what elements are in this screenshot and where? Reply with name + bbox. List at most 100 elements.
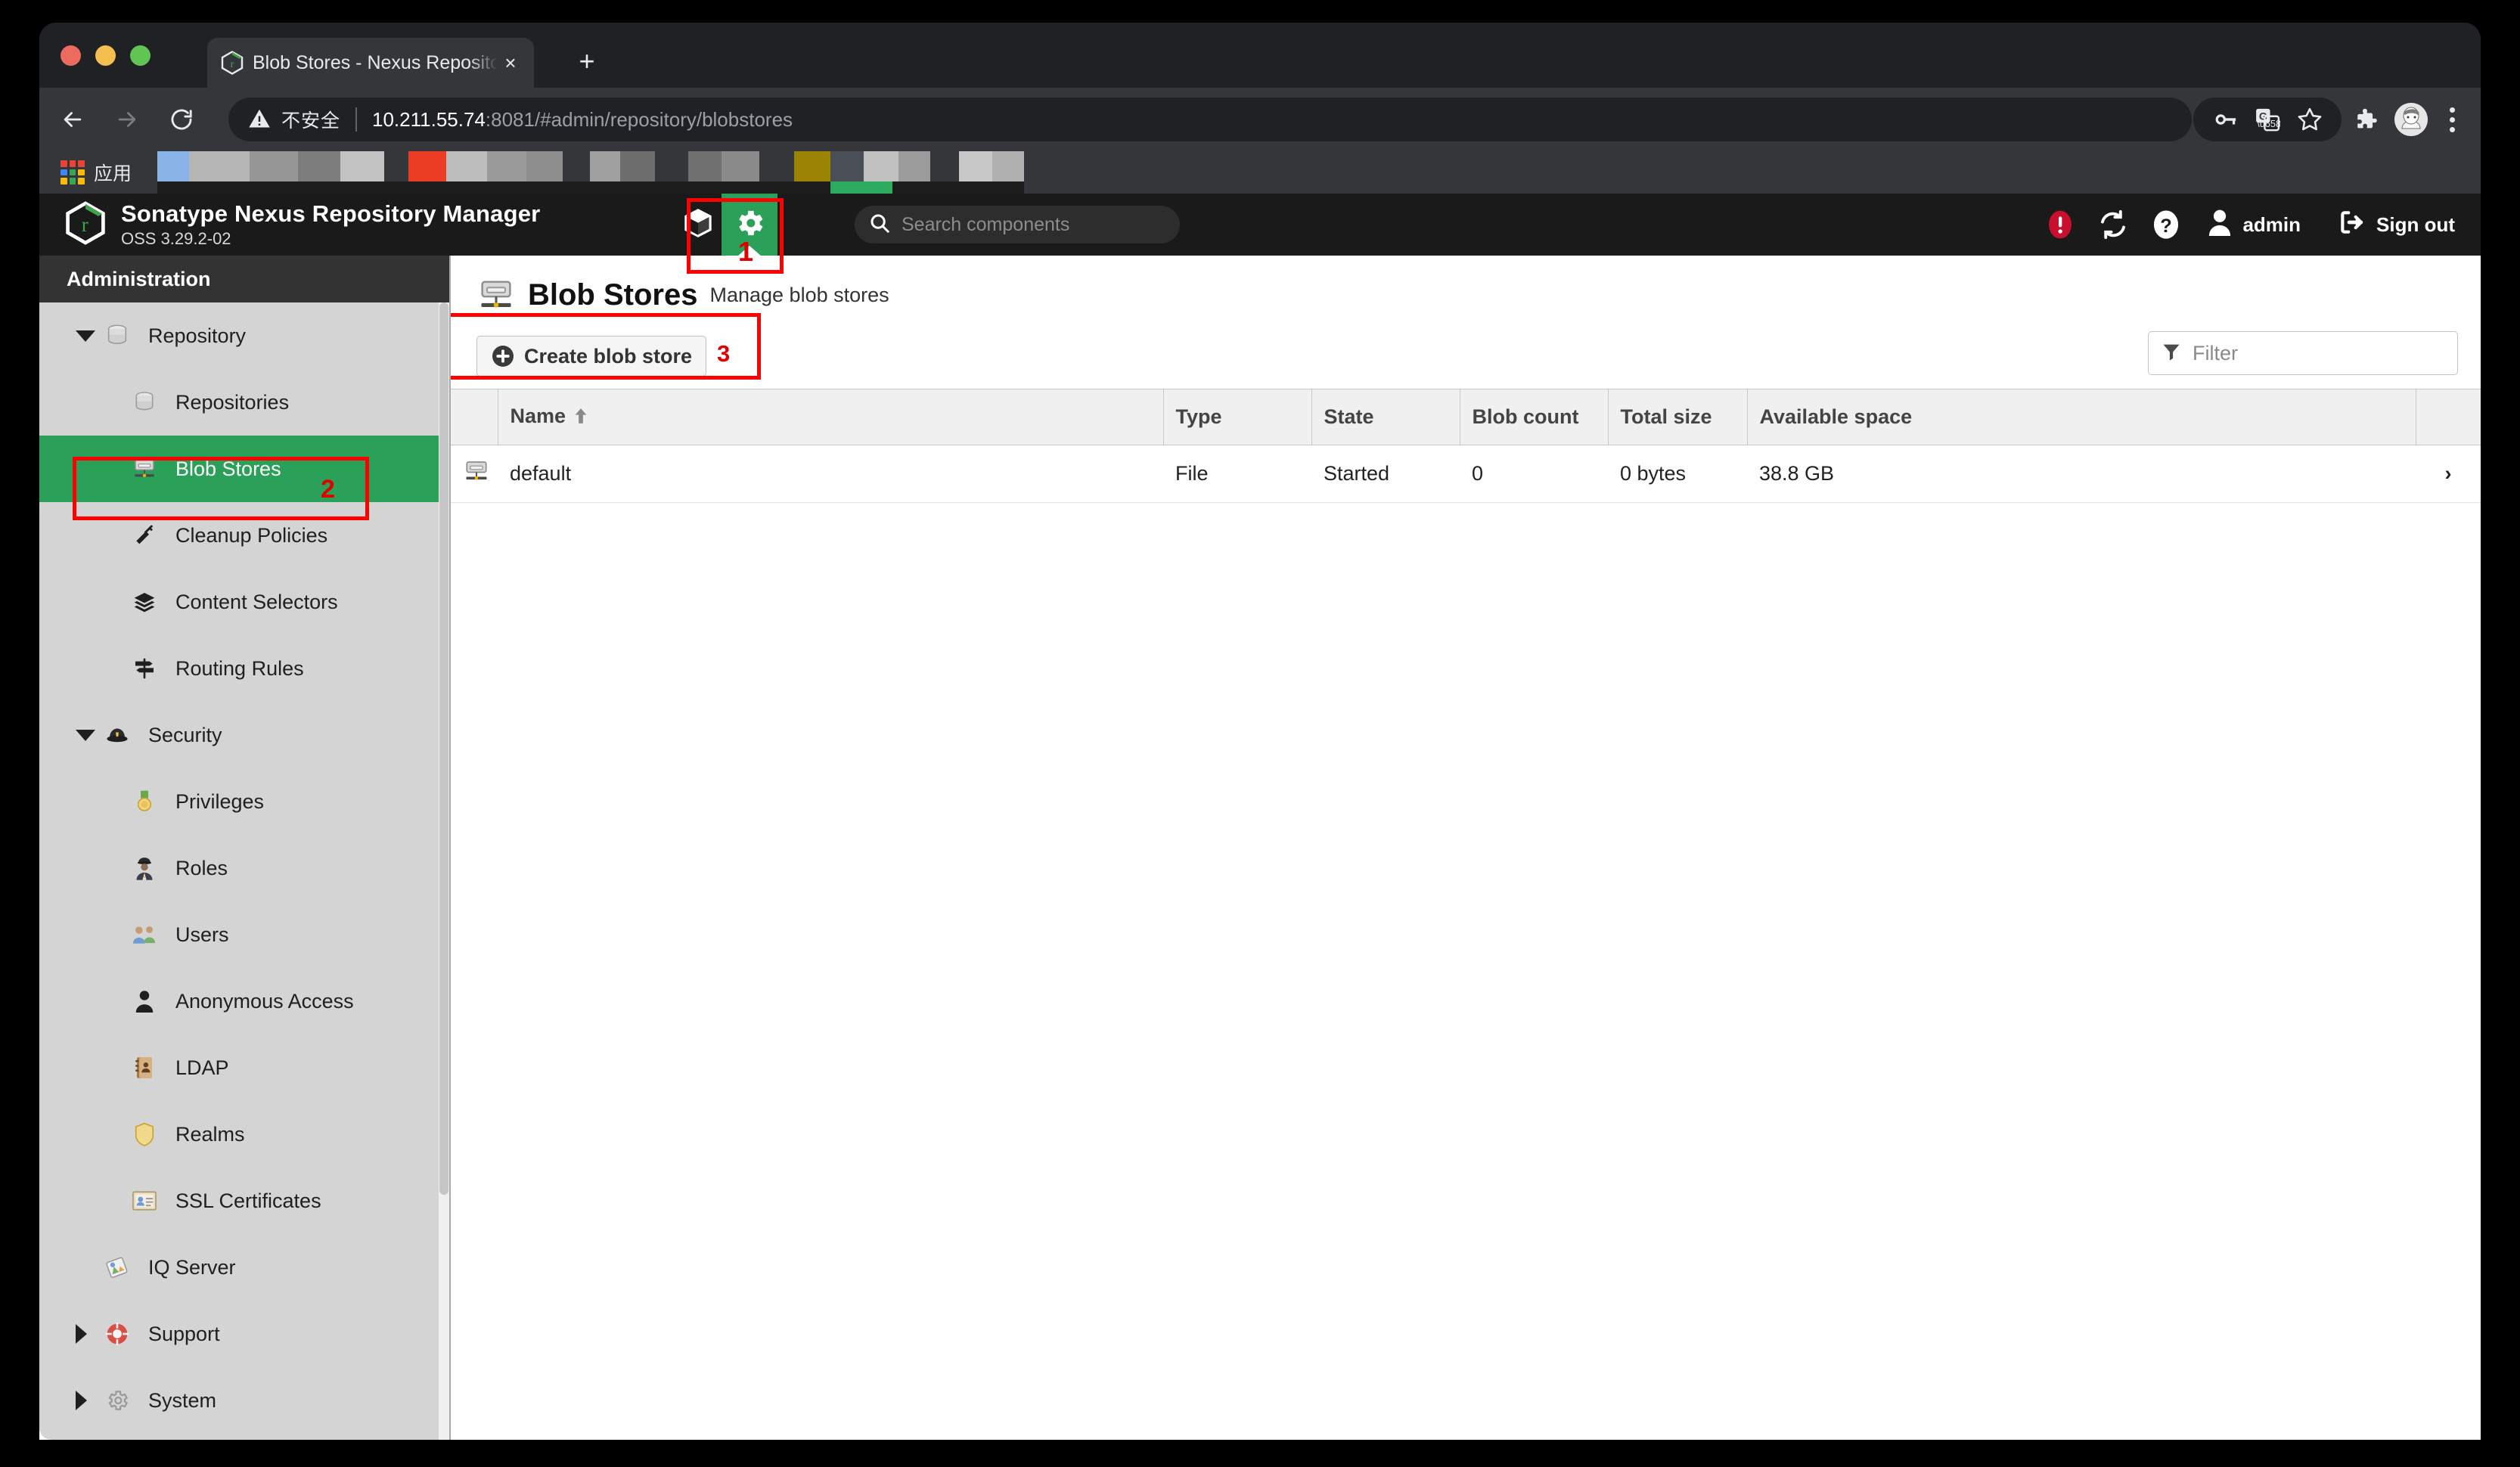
- sidebar-item-label: Support: [148, 1323, 220, 1346]
- column-header-available-space[interactable]: Available space: [1747, 389, 2416, 445]
- sign-out-label: Sign out: [2376, 213, 2455, 237]
- address-bar[interactable]: 不安全 10.211.55.74 :8081/#admin/repository…: [228, 98, 2192, 141]
- sidebar-item-label: Content Selectors: [175, 591, 338, 614]
- sign-out-button[interactable]: Sign out: [2323, 194, 2455, 256]
- translate-icon[interactable]: G\u6587: [2246, 98, 2289, 141]
- column-header-total-size[interactable]: Total size: [1608, 389, 1747, 445]
- sidebar-item-anonymous-access[interactable]: Anonymous Access: [39, 968, 449, 1034]
- sidebar-scroll-thumb[interactable]: [439, 302, 448, 1195]
- chevron-right-icon: [76, 1391, 87, 1410]
- sidebar-item-repositories[interactable]: Repositories: [39, 369, 449, 436]
- not-secure-warning-icon: [248, 107, 271, 132]
- blobstore-icon: [476, 275, 516, 315]
- sidebar-item-iq-server[interactable]: IQ Server: [39, 1234, 449, 1301]
- chevron-down-icon: [76, 730, 95, 741]
- sidebar-group-security[interactable]: Security: [39, 702, 449, 768]
- chrome-menu-icon[interactable]: [2434, 98, 2470, 141]
- sidebar-scrollbar[interactable]: [439, 302, 449, 1440]
- table-row[interactable]: default File Started 0 0 bytes 38.8 GB ›: [451, 445, 2481, 503]
- admin-mode-gear-button[interactable]: [722, 194, 777, 256]
- sidebar-item-routing-rules[interactable]: Routing Rules: [39, 635, 449, 702]
- sidebar-item-cleanup-policies[interactable]: Cleanup Policies: [39, 502, 449, 569]
- forward-button[interactable]: [106, 98, 148, 141]
- apps-shortcut-label[interactable]: 应用: [94, 159, 132, 186]
- search-input[interactable]: Search components: [855, 206, 1180, 243]
- filter-funnel-icon: [2161, 341, 2182, 366]
- extensions-puzzle-icon[interactable]: [2346, 98, 2388, 141]
- page-subtitle: Manage blob stores: [709, 284, 889, 307]
- annotation-3: 3: [717, 340, 730, 368]
- apps-shortcut-icon[interactable]: [61, 160, 85, 185]
- person-icon: [129, 985, 160, 1017]
- column-header-name[interactable]: Name: [498, 389, 1163, 445]
- sidebar-item-label: Repositories: [175, 391, 289, 414]
- app-title: Sonatype Nexus Repository Manager: [121, 202, 540, 227]
- person-icon: [2206, 207, 2233, 243]
- browser-tab[interactable]: r Blob Stores - Nexus Repository Manager…: [207, 38, 534, 88]
- signpost-icon: [129, 653, 160, 684]
- officer-icon: [129, 852, 160, 884]
- column-header-blob-count[interactable]: Blob count: [1460, 389, 1608, 445]
- sidebar-group-system[interactable]: System: [39, 1367, 449, 1434]
- row-expand-chevron-icon[interactable]: ›: [2416, 445, 2481, 503]
- cell-name: default: [498, 445, 1163, 503]
- layers-icon: [129, 586, 160, 618]
- browser-toolbar: 不安全 10.211.55.74 :8081/#admin/repository…: [39, 88, 2481, 151]
- sidebar-item-privileges[interactable]: Privileges: [39, 768, 449, 835]
- user-menu-button[interactable]: admin: [2193, 194, 2301, 256]
- security-status-text: 不安全: [281, 106, 340, 133]
- sidebar-item-roles[interactable]: Roles: [39, 835, 449, 901]
- sidebar-item-realms[interactable]: Realms: [39, 1101, 449, 1168]
- lifebuoy-icon: [101, 1318, 133, 1350]
- sidebar-item-label: Blob Stores: [175, 457, 281, 481]
- search-placeholder: Search components: [902, 214, 1069, 236]
- sidebar-item-ldap[interactable]: LDAP: [39, 1034, 449, 1101]
- refresh-icon[interactable]: [2087, 194, 2140, 256]
- browser-window: r Blob Stores - Nexus Repository Manager…: [39, 23, 2481, 1440]
- sidebar-item-users[interactable]: Users: [39, 901, 449, 968]
- help-icon[interactable]: ?: [2140, 194, 2193, 256]
- cell-total-size: 0 bytes: [1608, 445, 1747, 503]
- minimize-window-button[interactable]: [95, 45, 116, 66]
- new-tab-button[interactable]: +: [569, 44, 605, 80]
- sidebar-group-repository[interactable]: Repository: [39, 302, 449, 369]
- profile-avatar[interactable]: [2394, 103, 2428, 136]
- sidebar-item-label: Repository: [148, 324, 246, 348]
- maximize-window-button[interactable]: [130, 45, 151, 66]
- bookmark-items: [151, 151, 2481, 194]
- sidebar-item-blob-stores[interactable]: Blob Stores: [39, 436, 449, 502]
- site-security-chip[interactable]: 不安全: [248, 106, 340, 133]
- bookmark-star-icon[interactable]: [2289, 98, 2331, 141]
- filter-placeholder: Filter: [2193, 342, 2238, 365]
- reload-button[interactable]: [160, 98, 203, 141]
- cell-blob-count: 0: [1460, 445, 1608, 503]
- nexus-application: r Sonatype Nexus Repository Manager OSS …: [39, 194, 2481, 1440]
- shield-icon: [129, 1118, 160, 1150]
- sidebar-item-content-selectors[interactable]: Content Selectors: [39, 569, 449, 635]
- browser-tab-title: Blob Stores - Nexus Repository Manager: [253, 52, 498, 74]
- admin-sidebar: Administration Repository Repositories: [39, 256, 451, 1440]
- browse-mode-button[interactable]: [675, 194, 722, 256]
- nexus-logo[interactable]: r Sonatype Nexus Repository Manager OSS …: [65, 201, 540, 249]
- blob-stores-table: Name Type State Blob count Total size Av…: [451, 389, 2481, 503]
- police-hat-icon: [101, 719, 133, 751]
- close-tab-button[interactable]: ×: [498, 50, 523, 76]
- filter-input[interactable]: Filter: [2148, 331, 2458, 375]
- column-header-type[interactable]: Type: [1163, 389, 1311, 445]
- sidebar-item-label: Roles: [175, 857, 228, 880]
- column-header-state[interactable]: State: [1311, 389, 1460, 445]
- sidebar-group-support[interactable]: Support: [39, 1301, 449, 1367]
- sidebar-item-label: Users: [175, 923, 229, 947]
- omnibox-divider: [355, 107, 357, 132]
- plus-circle-icon: [491, 344, 515, 368]
- alert-badge-icon[interactable]: [2034, 194, 2087, 256]
- password-key-icon[interactable]: [2204, 98, 2246, 141]
- back-button[interactable]: [51, 98, 94, 141]
- nexus-hexagon-logo-icon: r: [65, 201, 106, 249]
- create-blob-store-button[interactable]: Create blob store: [476, 336, 706, 377]
- sidebar-item-ssl-certificates[interactable]: SSL Certificates: [39, 1168, 449, 1234]
- search-icon: [868, 212, 891, 238]
- sidebar-item-label: Realms: [175, 1123, 245, 1146]
- close-window-button[interactable]: [61, 45, 81, 66]
- nexus-brand-text: Sonatype Nexus Repository Manager OSS 3.…: [121, 202, 540, 247]
